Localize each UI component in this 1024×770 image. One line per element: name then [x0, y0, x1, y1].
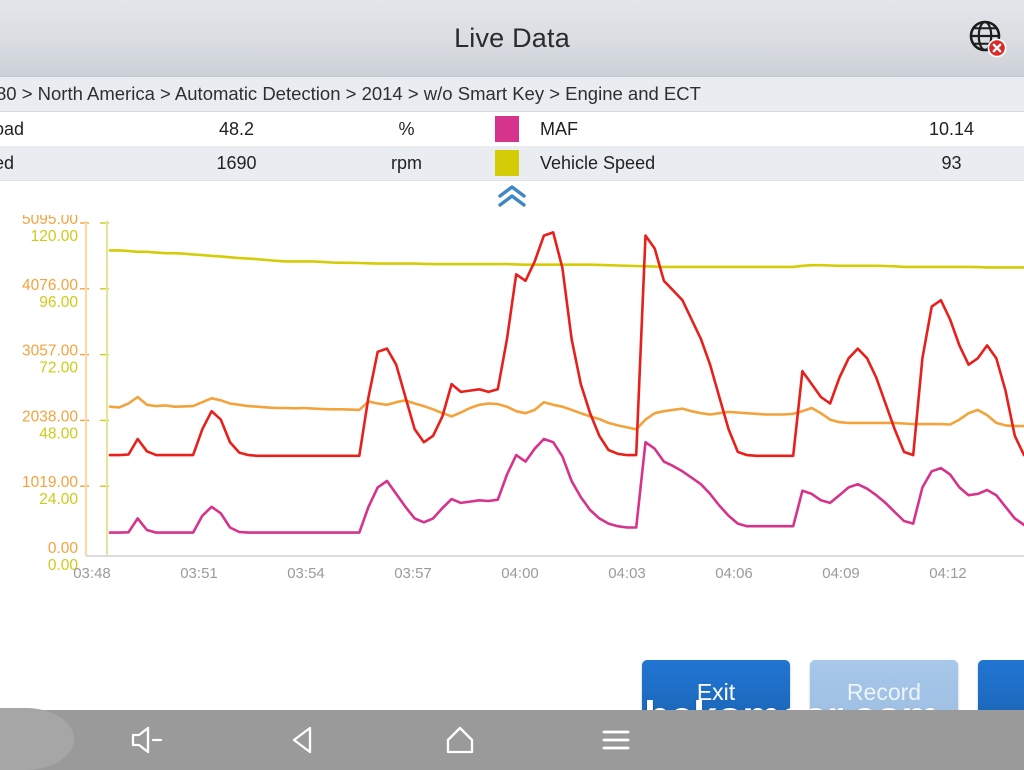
volume-down-icon[interactable]	[115, 715, 181, 765]
svg-text:03:57: 03:57	[394, 565, 432, 582]
svg-text:24.00: 24.00	[39, 491, 78, 508]
pid-name-right: MAF	[540, 118, 578, 139]
series-vehicle-speed	[108, 249, 1024, 269]
menu-icon[interactable]	[583, 715, 649, 765]
pid-name-left: oad	[0, 118, 25, 139]
pid-name-right: Vehicle Speed	[540, 152, 656, 173]
record-label: Record	[846, 678, 922, 705]
svg-text:04:09: 04:09	[822, 565, 860, 582]
series-color-swatch	[484, 116, 530, 142]
android-nav-bar	[0, 708, 1024, 770]
live-data-chart[interactable]: 0.000.001019.0024.002038.0048.003057.007…	[0, 215, 1024, 600]
exit-label: Exit	[696, 678, 736, 705]
svg-text:5095.00: 5095.00	[22, 215, 78, 228]
table-row[interactable]: ed 1690 rpm Vehicle Speed 93	[0, 146, 1024, 180]
svg-text:03:48: 03:48	[73, 565, 111, 582]
collapse-bar	[0, 181, 1024, 215]
svg-text:04:12: 04:12	[929, 565, 967, 582]
table-row[interactable]: oad 48.2 % MAF 10.14	[0, 112, 1024, 146]
svg-text:0.00: 0.00	[48, 540, 79, 557]
pid-name-left: ed	[0, 152, 15, 173]
breadcrumb[interactable]: 80 > North America > Automatic Detection…	[0, 77, 1024, 112]
globe-disconnected-icon[interactable]	[964, 15, 1010, 61]
series-engine-speed	[108, 395, 1024, 431]
pid-value-left: 48.2	[218, 118, 255, 139]
pid-table: oad 48.2 % MAF 10.14 ed 1690 rpm Vehicle…	[0, 112, 1024, 181]
pid-unit-left: %	[398, 118, 415, 139]
back-icon[interactable]	[271, 715, 337, 765]
svg-text:03:54: 03:54	[287, 565, 325, 582]
title-bar: Live Data	[0, 0, 1024, 77]
svg-text:96.00: 96.00	[39, 294, 78, 311]
svg-text:4076.00: 4076.00	[22, 277, 78, 294]
page-title: Live Data	[454, 22, 570, 53]
svg-text:120.00: 120.00	[31, 228, 79, 245]
svg-text:48.00: 48.00	[39, 425, 78, 442]
pid-unit-left: rpm	[391, 152, 422, 173]
svg-text:1019.00: 1019.00	[22, 474, 78, 491]
chevron-double-up-icon[interactable]	[495, 184, 529, 213]
svg-text:2038.00: 2038.00	[22, 408, 78, 425]
svg-text:03:51: 03:51	[180, 565, 218, 582]
breadcrumb-text: 80 > North America > Automatic Detection…	[0, 83, 701, 104]
live-data-screen: Live Data 80 > North America > Automatic…	[0, 0, 1024, 770]
home-icon[interactable]	[427, 715, 493, 765]
pid-value-left: 1690	[216, 152, 257, 173]
svg-text:04:00: 04:00	[501, 565, 539, 582]
pid-value-right: 93	[941, 152, 962, 173]
svg-text:72.00: 72.00	[39, 360, 78, 377]
series-color-swatch	[484, 150, 530, 176]
pid-value-right: 10.14	[928, 118, 975, 139]
svg-text:04:06: 04:06	[715, 565, 753, 582]
series-maf	[108, 437, 1024, 534]
chart-area: 0.00 0.00 1019.00 24.00 2038.00 48.00 3057.00 7…	[0, 215, 1024, 600]
svg-text:3057.00: 3057.00	[22, 343, 78, 360]
svg-text:04:03: 04:03	[608, 565, 646, 582]
